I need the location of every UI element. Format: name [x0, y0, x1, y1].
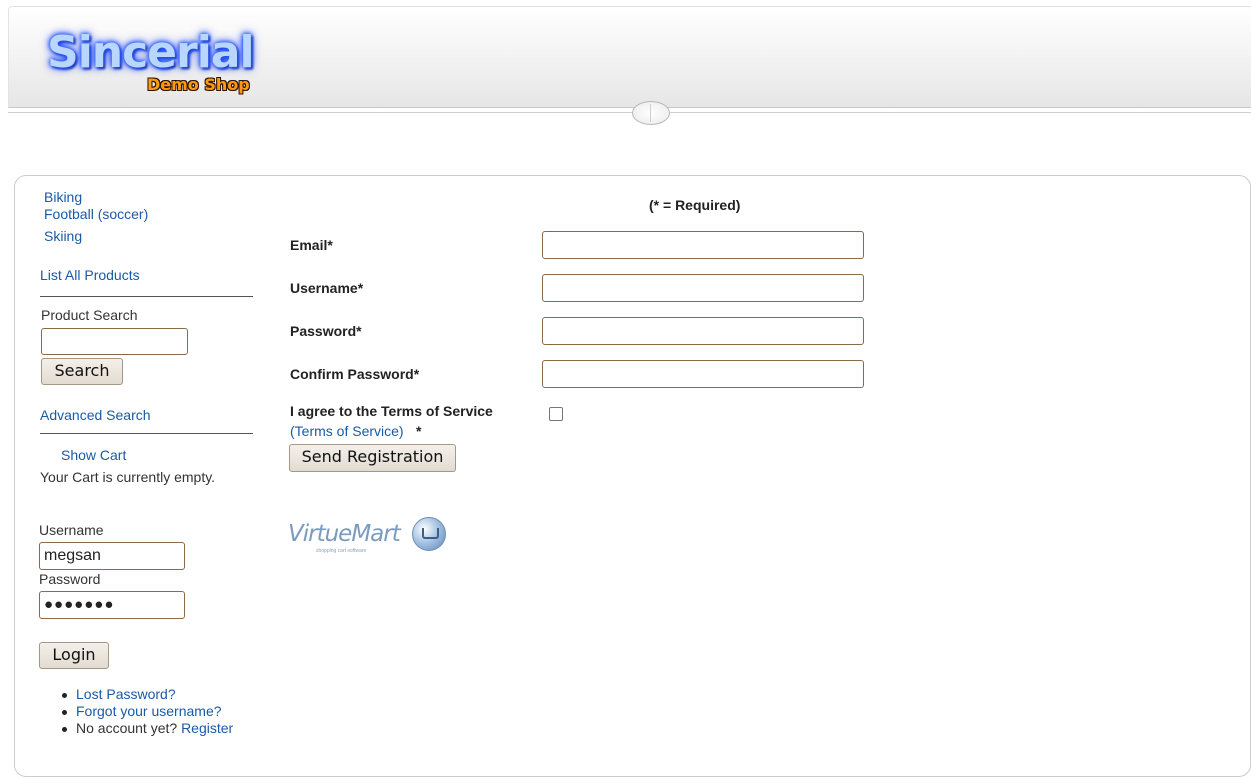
virtuemart-logo-text: VirtueMart — [288, 521, 401, 547]
product-search-input[interactable] — [41, 328, 188, 355]
category-link-skiing[interactable]: Skiing — [44, 228, 82, 244]
product-search-label: Product Search — [41, 307, 138, 323]
site-header: Sincerial Demo Shop — [8, 6, 1251, 108]
sidebar-divider — [40, 433, 253, 434]
required-note: (* = Required) — [649, 197, 741, 213]
cart-status-text: Your Cart is currently empty. — [40, 469, 216, 485]
confirm-password-label: Confirm Password* — [290, 366, 420, 382]
terms-of-service-link[interactable]: (Terms of Service) — [290, 423, 404, 439]
forgot-username-link[interactable]: Forgot your username? — [76, 703, 222, 719]
category-link-football[interactable]: Football (soccer) — [44, 206, 148, 222]
search-button[interactable]: Search — [41, 358, 123, 385]
email-label: Email* — [290, 237, 333, 253]
send-registration-button[interactable]: Send Registration — [289, 444, 456, 472]
terms-agree-label: I agree to the Terms of Service — [290, 403, 493, 419]
terms-checkbox[interactable] — [549, 407, 563, 421]
password-field[interactable] — [542, 317, 864, 345]
no-account-text: No account yet? — [76, 720, 178, 736]
lost-password-link[interactable]: Lost Password? — [76, 686, 176, 702]
confirm-password-field[interactable] — [542, 360, 864, 388]
login-button[interactable]: Login — [39, 642, 109, 669]
sidebar-divider — [40, 296, 253, 297]
logo-sub-text: Demo Shop — [147, 75, 250, 94]
register-link[interactable]: Register — [181, 720, 233, 736]
terms-required-mark: * — [416, 423, 422, 439]
header-divider — [8, 112, 1251, 113]
site-logo[interactable]: Sincerial Demo Shop — [47, 27, 287, 107]
show-cart-link[interactable]: Show Cart — [61, 447, 126, 463]
list-all-products-link[interactable]: List All Products — [40, 267, 140, 283]
list-item: Forgot your username? — [61, 703, 233, 720]
list-item: No account yet? Register — [61, 720, 233, 737]
virtuemart-logo: VirtueMart shopping cart software — [288, 517, 448, 557]
login-username-label: Username — [39, 522, 104, 538]
username-field[interactable] — [542, 274, 864, 302]
shopping-cart-globe-icon — [412, 517, 446, 551]
email-field[interactable] — [542, 231, 864, 259]
account-links-list: Lost Password? Forgot your username? No … — [61, 686, 233, 737]
virtuemart-tagline: shopping cart software — [316, 548, 367, 554]
advanced-search-link[interactable]: Advanced Search — [40, 407, 151, 423]
divider-knob-icon — [632, 101, 670, 125]
password-label: Password* — [290, 323, 362, 339]
logo-main-text: Sincerial — [47, 27, 255, 78]
username-label: Username* — [290, 280, 364, 296]
list-item: Lost Password? — [61, 686, 233, 703]
login-password-input[interactable]: ●●●●●●● — [39, 591, 185, 619]
login-password-label: Password — [39, 571, 101, 587]
category-link-biking[interactable]: Biking — [44, 189, 82, 205]
login-username-input[interactable] — [39, 542, 185, 570]
